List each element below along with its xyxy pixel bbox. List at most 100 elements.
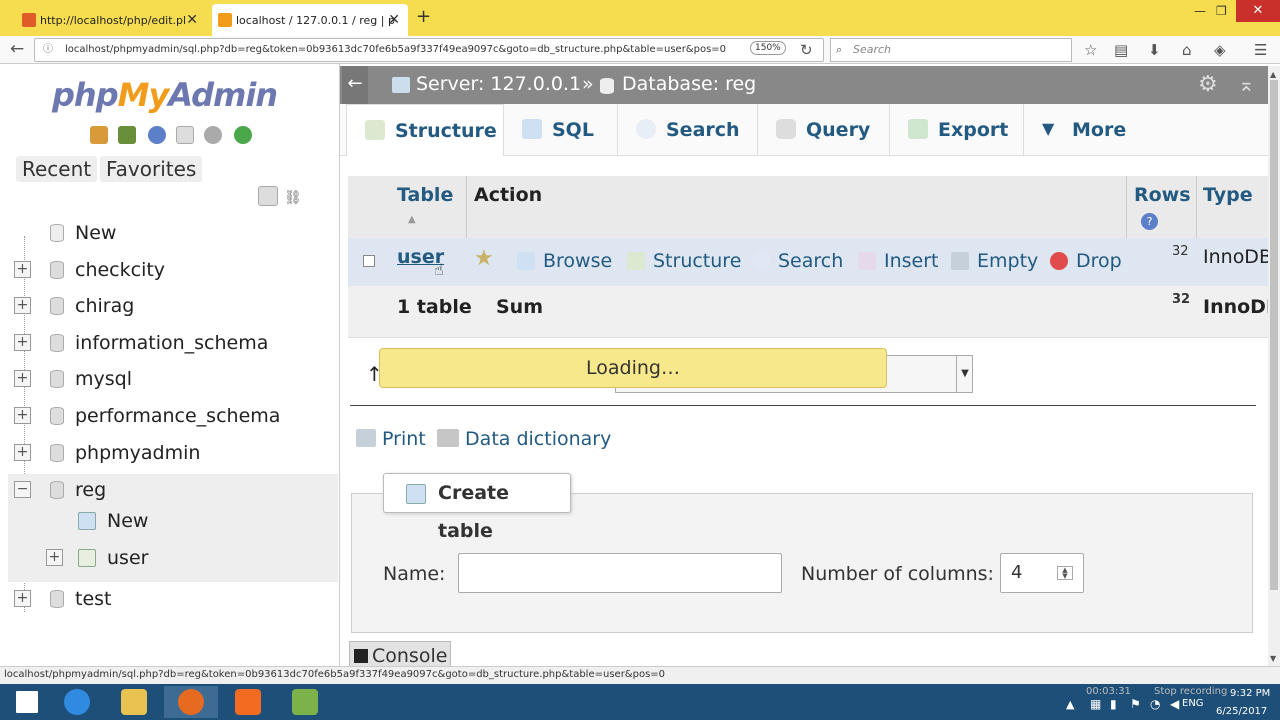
window-close-icon[interactable]: ✕ [1236,0,1280,22]
server-icon [392,77,410,93]
network-icon[interactable]: ▦ [1090,697,1101,711]
insert-action[interactable]: Insert [858,246,939,276]
empty-action[interactable]: Empty [951,246,1038,276]
start-button[interactable] [0,686,54,718]
link-icon[interactable]: ⛓ [284,190,302,206]
scrollbar-thumb[interactable] [1270,80,1278,590]
collapse-icon[interactable]: − [14,481,31,498]
recent-button[interactable]: Recent [16,156,98,182]
number-stepper-icon[interactable]: ▲ ▼ [1057,566,1073,580]
sort-asc-icon[interactable]: ▲ [408,214,416,225]
help-icon[interactable] [148,126,166,144]
logout-icon[interactable] [118,126,136,144]
tab-structure[interactable]: Structure [346,104,504,156]
expand-icon[interactable]: + [14,590,31,607]
info-icon[interactable]: ⓘ [43,39,53,61]
zoom-indicator[interactable]: 150% [750,41,786,55]
tray-chevron-icon[interactable]: ▲ [1066,698,1074,711]
settings-gear-icon[interactable] [204,126,222,144]
mouse-cursor-icon: ☝ [434,260,444,279]
scroll-down-icon[interactable]: ▼ [1270,654,1276,663]
browser-tab-edit[interactable]: http://localhost/php/edit.pl ✕ [16,4,206,36]
pocket-icon[interactable]: ◈ [1214,41,1226,59]
column-header-type[interactable]: Type [1203,184,1253,206]
reload-icon[interactable] [234,126,252,144]
column-header-rows[interactable]: Rows [1134,184,1191,206]
row-checkbox[interactable] [363,255,375,267]
browser-tab-phpmyadmin[interactable]: localhost / 127.0.0.1 / reg | p ✕ [212,4,408,36]
url-input[interactable]: ⓘ localhost/phpmyadmin/sql.php?db=reg&to… [34,38,824,62]
stop-recording-button[interactable]: Stop recording [1154,686,1227,697]
settings-gear-icon[interactable]: ⚙ [1198,72,1218,97]
reading-list-icon[interactable]: ▤ [1114,41,1128,59]
structure-action[interactable]: Structure [627,246,741,276]
table-footer: 1 table Sum 32 InnoDB [348,286,1280,338]
volume-icon[interactable]: ◀ [1170,697,1179,711]
collapse-panel-icon[interactable]: ← [342,66,368,104]
close-tab-icon[interactable]: ✕ [388,12,400,28]
search-icon [636,119,656,139]
documentation-icon[interactable] [176,126,194,144]
breadcrumb-server[interactable]: Server: 127.0.0.1 [416,73,581,95]
column-header-table[interactable]: Table [397,184,453,206]
battery-icon[interactable]: ▮ [1110,697,1117,711]
minimize-icon[interactable]: — [1194,4,1206,18]
phpmyadmin-logo[interactable]: phpMyAdmin [52,76,278,114]
taskbar-editor[interactable] [278,686,332,718]
language-indicator[interactable]: ENG [1182,698,1204,709]
download-icon[interactable]: ⬇ [1148,41,1161,59]
expand-icon[interactable]: + [14,297,31,314]
expand-icon[interactable]: + [14,370,31,387]
bookmark-star-icon[interactable]: ☆ [1084,41,1097,59]
breadcrumb-database[interactable]: Database: reg [622,73,756,95]
reload-icon[interactable]: ↻ [800,41,813,59]
home-icon[interactable]: ⌂ [1182,41,1192,59]
home-icon[interactable] [90,126,108,144]
browse-action[interactable]: Browse [517,246,612,276]
expand-icon[interactable]: + [14,444,31,461]
help-icon[interactable]: ? [1141,213,1158,230]
expand-icon[interactable]: + [46,549,63,566]
url-text: localhost/phpmyadmin/sql.php?db=reg&toke… [65,44,727,55]
search-action[interactable]: Search [752,246,843,276]
expand-icon[interactable]: + [14,261,31,278]
xampp-icon [235,689,261,715]
favorite-star-icon[interactable]: ★ [474,246,494,271]
number-of-columns-input[interactable]: 4 ▲ ▼ [1000,553,1084,593]
close-tab-icon[interactable]: ✕ [186,12,198,28]
scroll-up-icon[interactable]: ▲ [1270,70,1276,79]
expand-icon[interactable]: + [14,334,31,351]
taskbar-explorer[interactable] [107,686,161,718]
text-editor-icon [292,689,318,715]
tab-search[interactable]: Search [618,104,758,156]
new-tab-icon[interactable]: + [416,6,431,27]
table-name-input[interactable] [458,553,782,593]
data-dictionary-link[interactable]: Data dictionary [437,428,611,450]
favorites-button[interactable]: Favorites [100,156,203,182]
taskbar-ie[interactable] [50,686,104,718]
flag-icon[interactable]: ⚑ [1130,697,1141,711]
recording-timer: 00:03:31 [1086,686,1131,697]
main-scrollbar[interactable]: ▲ ▼ [1268,66,1280,666]
maximize-panel-icon[interactable]: ⌅ [1238,72,1255,96]
search-input[interactable]: ⌕ Search [830,38,1072,62]
restore-icon[interactable]: ❐ [1216,4,1227,18]
clock-time[interactable]: 9:32 PM [1230,688,1270,699]
collapse-all-icon[interactable] [258,186,278,206]
tab-query[interactable]: Query [758,104,890,156]
new-database-icon [50,224,64,242]
back-arrow-icon[interactable]: ← [10,39,24,59]
database-icon [50,407,64,425]
tab-more[interactable]: ▼ More [1024,104,1146,156]
console-tab[interactable]: Console [349,641,451,669]
tab-export[interactable]: Export [890,104,1024,156]
clock-date[interactable]: 6/25/2017 [1216,706,1267,717]
taskbar-firefox[interactable] [164,686,218,718]
wifi-icon[interactable]: ◔ [1150,697,1160,711]
print-link[interactable]: Print [356,428,426,450]
tab-sql[interactable]: SQL [504,104,618,156]
menu-icon[interactable]: ☰ [1254,41,1267,59]
expand-icon[interactable]: + [14,407,31,424]
drop-action[interactable]: Drop [1050,246,1122,276]
taskbar-xampp[interactable] [221,686,275,718]
